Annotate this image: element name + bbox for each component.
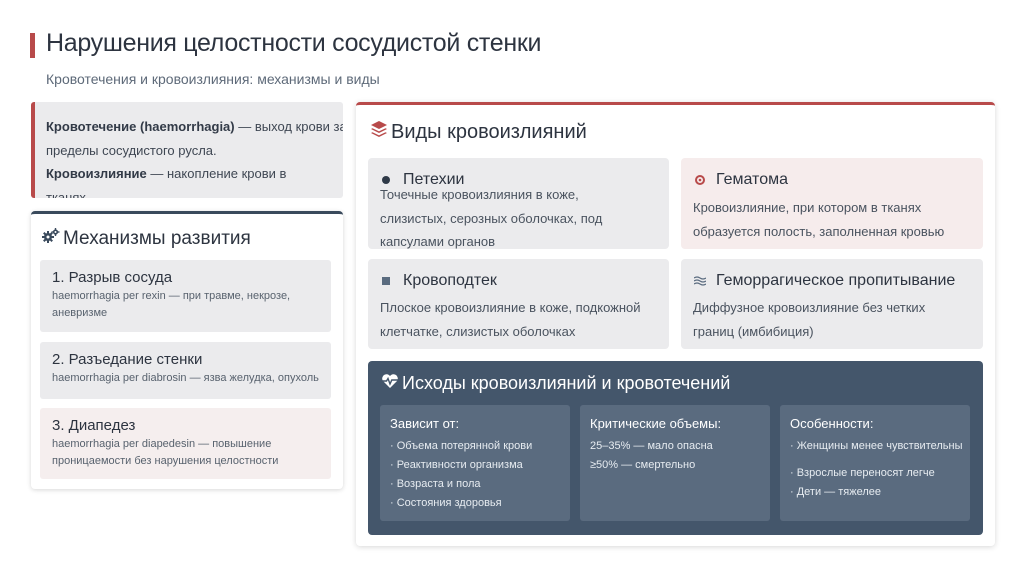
- waves-icon: [694, 276, 716, 286]
- type-desc-line: образуется полость, заполненная кровью: [693, 223, 945, 239]
- mechanism-desc-line: аневризме: [52, 307, 108, 319]
- bleeding-text-1: — выход крови за: [234, 119, 343, 134]
- outcome-item: ≥50% — смертельно: [590, 459, 696, 471]
- type-card-title: Гематома: [716, 171, 788, 188]
- mechanism-desc-line: проницаемости без нарушения целостности: [52, 455, 279, 467]
- type-card-header: Кровоподтек: [381, 272, 497, 290]
- type-card-desc: Диффузное кровоизлияние без четких грани…: [693, 296, 925, 343]
- outcomes-box: Исходы кровоизлияний и кровотечений Зави…: [368, 361, 983, 535]
- outcome-column-title: Особенности:: [790, 416, 874, 431]
- outcomes-title: Исходы кровоизлияний и кровотечений: [402, 373, 731, 393]
- type-card-bruise: Кровоподтек Плоское кровоизлияние в коже…: [368, 259, 669, 349]
- outcome-item: · Состояния здоровья: [390, 497, 502, 509]
- types-heading: Виды кровоизлияний: [370, 120, 587, 144]
- outcome-item: 25–35% — мало опасна: [590, 440, 713, 452]
- outcome-column-depends: Зависит от: · Объема потерянной крови · …: [380, 405, 570, 521]
- type-desc-line: Плоское кровоизлияние в коже, подкожной: [380, 300, 641, 315]
- mechanisms-title: Механизмы развития: [63, 228, 251, 249]
- ring-icon: [694, 174, 716, 186]
- outcome-item: · Дети — тяжелее: [790, 486, 881, 498]
- mechanism-title: 1. Разрыв сосуда: [52, 269, 173, 286]
- type-card-title: Кровоподтек: [403, 272, 497, 289]
- mechanism-desc-line: haemorrhagia per rexin — при травме, нек…: [52, 290, 291, 302]
- outcome-item: · Возраста и пола: [390, 478, 481, 490]
- bleeding-definition-line-1: Кровотечение (haemorrhagia) — выход кров…: [46, 115, 343, 139]
- mechanism-title: 3. Диапедез: [52, 417, 136, 434]
- mechanism-title: 2. Разъедание стенки: [52, 351, 203, 368]
- bleeding-text-2: пределы сосудистого русла.: [46, 142, 217, 158]
- type-card-title: Геморрагическое пропитывание: [716, 272, 956, 289]
- layers-icon: [370, 120, 388, 144]
- type-desc-line: Точечные кровоизлияния в коже,: [380, 187, 579, 202]
- type-card-header: Геморрагическое пропитывание: [694, 272, 955, 290]
- hemorrhage-types-panel: Виды кровоизлияний Петехии Точечные кров…: [356, 102, 995, 546]
- type-desc-line: границ (имбибиция): [693, 323, 814, 339]
- hemorrhage-definition-line-1: Кровоизлияние — накопление крови в: [46, 162, 343, 186]
- type-card-desc: Кровоизлияние, при котором в тканях обра…: [693, 196, 944, 243]
- page-subtitle: Кровотечения и кровоизлияния: механизмы …: [46, 71, 380, 87]
- type-card-petechiae: Петехии Точечные кровоизлияния в коже, с…: [368, 158, 669, 249]
- outcome-item: · Реактивности организма: [390, 459, 523, 471]
- type-card-desc: Точечные кровоизлияния в коже, слизистых…: [380, 183, 602, 254]
- title-accent-bar: [30, 33, 35, 58]
- outcome-column-title: Критические объемы:: [590, 416, 722, 431]
- mechanisms-card: Механизмы развития 1. Разрыв сосуда haem…: [31, 211, 343, 489]
- type-card-desc: Плоское кровоизлияние в коже, подкожной …: [380, 296, 641, 343]
- mechanism-desc-line: haemorrhagia per diapedesin — повышение: [52, 438, 272, 450]
- outcome-column-critical: Критические объемы: 25–35% — мало опасна…: [580, 405, 770, 521]
- outcome-column-features: Особенности: · Женщины менее чувствитель…: [780, 405, 970, 521]
- mechanism-desc: haemorrhagia per diapedesin — повышение …: [52, 436, 331, 470]
- bleeding-term: Кровотечение (haemorrhagia): [46, 119, 235, 134]
- mechanisms-heading: Механизмы развития: [42, 228, 251, 250]
- type-desc-line: Кровоизлияние, при котором в тканях: [693, 200, 922, 215]
- type-desc-line: Диффузное кровоизлияние без четких: [693, 300, 926, 315]
- mechanism-desc: haemorrhagia per diabrosin — язва желудк…: [52, 370, 331, 387]
- heart-pulse-icon: [381, 373, 399, 394]
- types-title: Виды кровоизлияний: [391, 120, 587, 143]
- hemorrhage-text-1: — накопление крови в: [146, 166, 287, 181]
- type-desc-line: слизистых, серозных оболочках, под: [380, 210, 603, 226]
- definitions-box: Кровотечение (haemorrhagia) — выход кров…: [31, 102, 343, 198]
- outcomes-heading: Исходы кровоизлияний и кровотечений: [381, 373, 730, 394]
- hemorrhage-text-2: тканях.: [46, 189, 90, 199]
- mechanism-item: 1. Разрыв сосуда haemorrhagia per rexin …: [40, 260, 331, 332]
- page-title: Нарушения целостности сосудистой стенки: [46, 29, 542, 57]
- mechanism-desc: haemorrhagia per rexin — при травме, нек…: [52, 288, 331, 322]
- mechanism-item: 2. Разъедание стенки haemorrhagia per di…: [40, 342, 331, 399]
- gears-icon: [42, 228, 60, 250]
- outcome-column-title: Зависит от:: [390, 416, 460, 431]
- hemorrhage-term: Кровоизлияние: [46, 166, 147, 181]
- outcome-item: · Женщины менее чувствительны: [790, 440, 963, 452]
- type-card-imbibition: Геморрагическое пропитывание Диффузное к…: [681, 259, 983, 349]
- type-card-hematoma: Гематома Кровоизлияние, при котором в тк…: [681, 158, 983, 249]
- square-icon: [381, 276, 403, 286]
- type-desc-line: капсулами органов: [380, 234, 496, 249]
- outcome-item: · Взрослые переносят легче: [790, 467, 935, 479]
- outcome-item: · Объема потерянной крови: [390, 440, 533, 452]
- type-desc-line: клетчатке, слизистых оболочках: [380, 323, 576, 339]
- mechanism-desc-line: haemorrhagia per diabrosin — язва желудк…: [52, 372, 319, 384]
- mechanism-item: 3. Диапедез haemorrhagia per diapedesin …: [40, 408, 331, 479]
- type-card-header: Гематома: [694, 171, 788, 189]
